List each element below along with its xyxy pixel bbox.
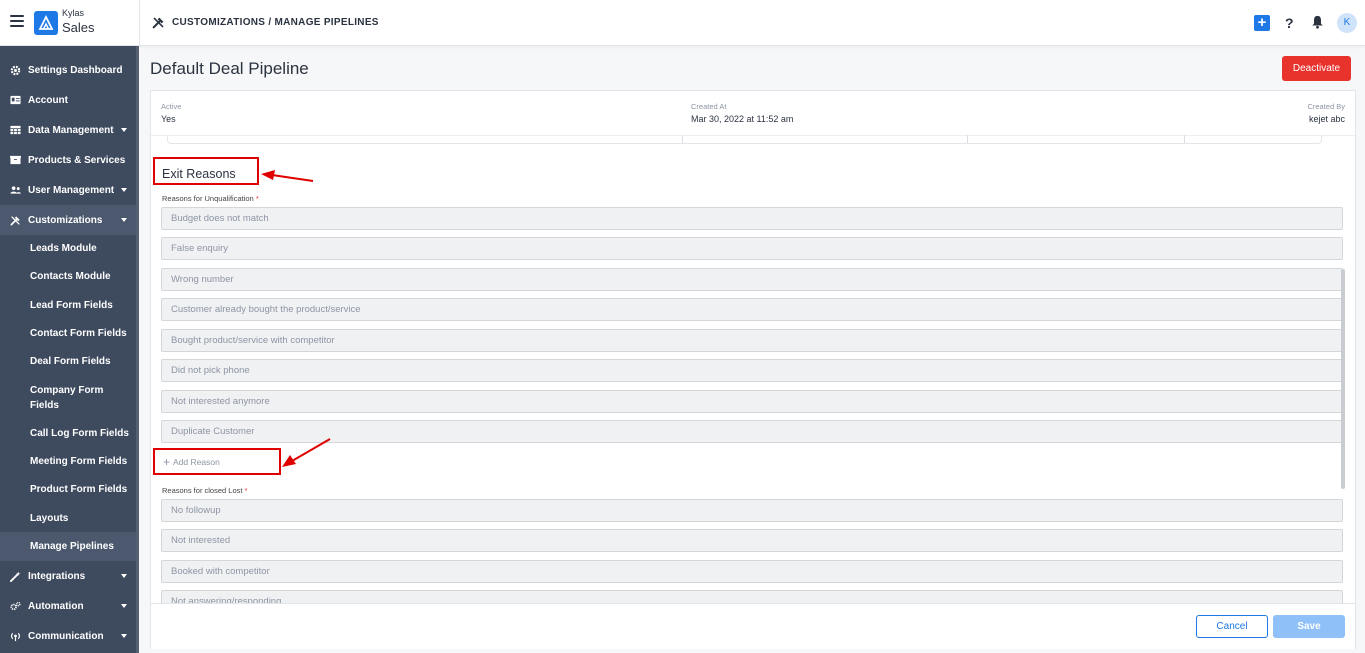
meta-created-by-value: kejet abc <box>1308 114 1345 124</box>
box-icon <box>10 155 21 166</box>
chevron-down-icon <box>121 188 127 192</box>
sidebar-subitem-leads-module[interactable]: Leads Module <box>0 241 139 256</box>
sidebar-subitem-layouts[interactable]: Layouts <box>0 511 139 526</box>
chevron-down-icon <box>121 604 127 608</box>
unqualification-reasons-label: Reasons for Unqualification * <box>162 194 259 203</box>
unqualification-reason-field[interactable]: Did not pick phone <box>161 359 1343 382</box>
broadcast-icon <box>10 631 21 642</box>
meta-created-at-label: Created At <box>691 102 727 111</box>
unqualification-reason-field[interactable]: Wrong number <box>161 268 1343 291</box>
sidebar-item-label: Automation <box>28 600 84 612</box>
bell-icon[interactable] <box>1311 15 1324 29</box>
sidebar-item-label: Settings Dashboard <box>28 64 123 76</box>
top-bar: Kylas Sales CUSTOMIZATIONS / MANAGE PIPE… <box>0 0 1365 46</box>
sidebar-item-label: Products & Services <box>28 154 126 166</box>
magic-wand-icon <box>10 570 21 582</box>
sidebar-item-label: Integrations <box>28 570 86 582</box>
sidebar-item-label: Data Management <box>28 124 114 136</box>
sidebar-scrollbar[interactable] <box>136 46 139 653</box>
sidebar-item-label: Communication <box>28 630 104 642</box>
kylas-logo-mark <box>38 15 54 30</box>
closed-lost-reason-field[interactable]: Not answering/responding <box>161 590 1343 603</box>
question-icon[interactable]: ? <box>1285 15 1294 31</box>
meta-created-at-value: Mar 30, 2022 at 11:52 am <box>691 114 794 124</box>
highlight-exit-reasons <box>153 157 259 185</box>
kylas-logo[interactable] <box>34 11 58 35</box>
sidebar-subitem-manage-pipelines[interactable]: Manage Pipelines <box>0 532 139 561</box>
sidebar-subitem-lead-form-fields[interactable]: Lead Form Fields <box>0 298 139 313</box>
sidebar-subitem-contact-form-fields[interactable]: Contact Form Fields <box>0 326 139 341</box>
unqualification-reason-field[interactable]: Budget does not match <box>161 207 1343 230</box>
tools-icon <box>10 215 21 226</box>
brand-top: Kylas <box>62 8 85 18</box>
users-icon <box>10 185 21 196</box>
sidebar-item-communication[interactable]: Communication <box>0 621 139 651</box>
brand-name: Kylas Sales <box>62 8 95 35</box>
sidebar-item-products-services[interactable]: Products & Services <box>0 145 139 175</box>
closed-lost-reason-field[interactable]: No followup <box>161 499 1343 522</box>
sidebar-item-label: User Management <box>28 184 115 196</box>
meta-active-label: Active <box>161 102 182 111</box>
sidebar-subitem-company-form-fields[interactable]: Company Form Fields <box>0 383 139 413</box>
sidebar-item-settings-dashboard[interactable]: Settings Dashboard <box>0 55 139 85</box>
field-label-text: Reasons for Unqualification <box>162 194 254 203</box>
plus-square-icon[interactable]: + <box>1254 15 1270 31</box>
page-title: Default Deal Pipeline <box>150 59 309 78</box>
meta-active-value: Yes <box>161 114 176 124</box>
sidebar-subitem-call-log-form-fields[interactable]: Call Log Form Fields <box>0 426 139 441</box>
breadcrumb: CUSTOMIZATIONS / MANAGE PIPELINES <box>172 17 379 28</box>
sidebar-subitem-contacts-module[interactable]: Contacts Module <box>0 269 139 284</box>
chevron-down-icon <box>121 574 127 578</box>
cogs-icon <box>10 601 21 612</box>
sidebar-subitem-product-form-fields[interactable]: Product Form Fields <box>0 482 139 497</box>
unqualification-reason-field[interactable]: Bought product/service with competitor <box>161 329 1343 352</box>
meta-created-by-label: Created By <box>1307 102 1345 111</box>
cancel-button[interactable]: Cancel <box>1196 615 1268 638</box>
content-scrollbar[interactable] <box>1341 269 1345 489</box>
required-mark: * <box>255 194 259 203</box>
hamburger-icon[interactable] <box>10 15 24 29</box>
chevron-down-icon <box>121 128 127 132</box>
unqualification-reason-field[interactable]: Not interested anymore <box>161 390 1343 413</box>
sidebar-item-integrations[interactable]: Integrations <box>0 561 139 591</box>
required-mark: * <box>244 486 248 495</box>
sidebar-item-user-management[interactable]: User Management <box>0 175 139 205</box>
sidebar-item-label: Customizations <box>28 214 103 226</box>
closed-lost-reason-field[interactable]: Booked with competitor <box>161 560 1343 583</box>
sidebar-subitem-deal-form-fields[interactable]: Deal Form Fields <box>0 354 139 369</box>
brand-bottom: Sales <box>62 20 95 35</box>
chevron-down-icon <box>121 218 127 222</box>
stages-panel-edge <box>167 135 1322 144</box>
sidebar-item-data-management[interactable]: Data Management <box>0 115 139 145</box>
sidebar-item-label: Account <box>28 94 68 106</box>
sidebar-item-account[interactable]: Account <box>0 85 139 115</box>
field-label-text: Reasons for closed Lost <box>162 486 243 495</box>
unqualification-reason-field[interactable]: False enquiry <box>161 237 1343 260</box>
deactivate-button[interactable]: Deactivate <box>1282 56 1351 81</box>
form-footer: Cancel Save <box>151 603 1355 649</box>
sidebar-item-automation[interactable]: Automation <box>0 591 139 621</box>
gear-icon <box>10 65 21 76</box>
unqualification-reason-field[interactable]: Duplicate Customer <box>161 420 1343 443</box>
sidebar: Settings Dashboard Account Data Manageme… <box>0 46 139 653</box>
id-card-icon <box>10 95 21 106</box>
unqualification-reason-field[interactable]: Customer already bought the product/serv… <box>161 298 1343 321</box>
sidebar-subitem-meeting-form-fields[interactable]: Meeting Form Fields <box>0 454 139 469</box>
closed-lost-reason-field[interactable]: Not interested <box>161 529 1343 552</box>
highlight-add-reason <box>153 448 281 475</box>
save-button[interactable]: Save <box>1273 615 1345 638</box>
chevron-down-icon <box>121 634 127 638</box>
sidebar-item-customizations[interactable]: Customizations <box>0 205 139 235</box>
avatar[interactable]: K <box>1337 13 1357 33</box>
pipeline-card: Active Yes Created At Mar 30, 2022 at 11… <box>150 90 1356 649</box>
topbar-divider <box>139 0 140 46</box>
table-icon <box>10 125 21 136</box>
closed-lost-reasons-label: Reasons for closed Lost * <box>162 486 247 495</box>
tools-icon <box>152 17 164 29</box>
